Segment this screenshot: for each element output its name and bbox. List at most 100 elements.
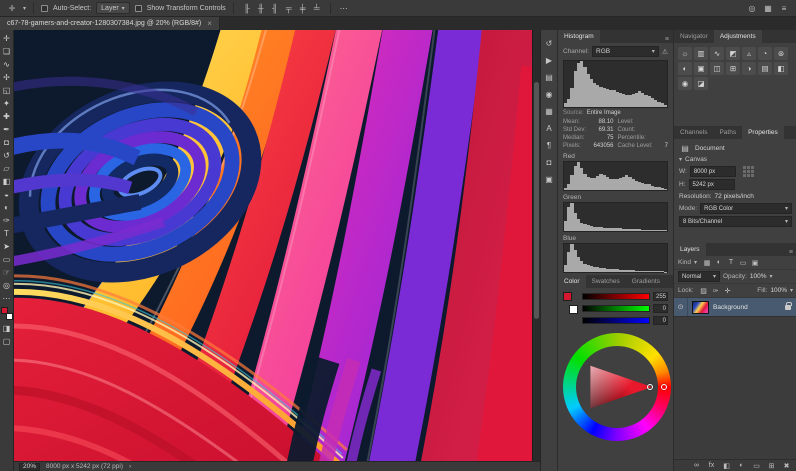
close-tab-icon[interactable]: ×	[207, 19, 212, 28]
width-field[interactable]: 8000 px	[690, 166, 736, 177]
align-bottom-icon[interactable]: ╧	[311, 2, 323, 14]
new-adjustment-layer-icon[interactable]: ◐	[736, 461, 747, 471]
libraries-panel-icon[interactable]: ▤	[543, 71, 555, 83]
levels-icon[interactable]: ▥	[694, 47, 708, 60]
lock-image-icon[interactable]: ✑	[711, 286, 721, 296]
dodge-tool-icon[interactable]: ◐	[0, 201, 13, 214]
filter-smart-objects-icon[interactable]: ▣	[750, 258, 760, 268]
lock-transparency-icon[interactable]: ▨	[699, 286, 709, 296]
canvas-artwork[interactable]	[14, 30, 532, 461]
search-icon[interactable]: ◎	[746, 2, 758, 14]
posterize-icon[interactable]: ▤	[758, 62, 772, 75]
color-lookup-icon[interactable]: ⊞	[726, 62, 740, 75]
history-brush-tool-icon[interactable]: ↺	[0, 149, 13, 162]
channel-dropdown[interactable]: RGB ▾	[592, 46, 659, 57]
brush-tool-icon[interactable]: ✒	[0, 123, 13, 136]
align-center-horizontal-icon[interactable]: ╫	[255, 2, 267, 14]
color-marker[interactable]	[647, 384, 653, 390]
filter-pixel-layers-icon[interactable]: ▦	[702, 258, 712, 268]
foreground-background-swatches[interactable]	[1, 307, 13, 320]
blue-slider[interactable]: 0	[582, 316, 668, 325]
screen-mode-icon[interactable]: ▢	[0, 335, 13, 348]
height-field[interactable]: 5242 px	[689, 179, 735, 190]
background-color-swatch[interactable]	[569, 305, 578, 314]
mode-dropdown[interactable]: RGB Color ▾	[700, 203, 792, 214]
green-slider[interactable]: 0	[582, 304, 668, 313]
channel-mixer-icon[interactable]: ◫	[710, 62, 724, 75]
new-group-icon[interactable]: ▭	[751, 461, 762, 471]
tab-adjustments[interactable]: Adjustments	[714, 30, 762, 43]
filter-type-layers-icon[interactable]: T	[726, 258, 736, 268]
paragraph-panel-icon[interactable]: ¶	[543, 139, 555, 151]
visibility-eye-icon[interactable]: ⊙	[674, 298, 688, 316]
tab-histogram[interactable]: Histogram	[558, 30, 600, 43]
source-value[interactable]: Entire Image	[587, 110, 621, 116]
show-transform-checkbox[interactable]	[135, 5, 142, 12]
foreground-color-swatch[interactable]	[563, 292, 572, 301]
pen-tool-icon[interactable]: ✑	[0, 214, 13, 227]
blur-tool-icon[interactable]: ◒	[0, 188, 13, 201]
layer-row-background[interactable]: ⊙ Background	[674, 298, 796, 317]
options-menu-icon[interactable]: ≡	[778, 2, 790, 14]
auto-select-target-dropdown[interactable]: Layer ▾	[96, 2, 130, 14]
crop-tool-icon[interactable]: ◱	[0, 84, 13, 97]
tab-paths[interactable]: Paths	[713, 126, 742, 139]
blue-histogram[interactable]	[563, 243, 668, 273]
timeline-panel-icon[interactable]: ▣	[543, 173, 555, 185]
active-tool-icon[interactable]: ✛	[6, 2, 18, 14]
shape-tool-icon[interactable]: ▭	[0, 253, 13, 266]
edit-toolbar-icon[interactable]: ⋯	[0, 292, 13, 305]
document-tab[interactable]: c67-78-gamers-and-creator-1280307384.jpg…	[0, 17, 220, 30]
eyedropper-tool-icon[interactable]: ✦	[0, 97, 13, 110]
gradient-tool-icon[interactable]: ◧	[0, 175, 13, 188]
clone-source-panel-icon[interactable]: ◘	[543, 156, 555, 168]
align-top-icon[interactable]: ╤	[283, 2, 295, 14]
hue-marker[interactable]	[661, 384, 667, 390]
rgb-histogram[interactable]	[563, 60, 668, 108]
red-slider[interactable]: 255	[582, 292, 668, 301]
blend-mode-dropdown[interactable]: Normal ▾	[678, 271, 720, 282]
path-selection-tool-icon[interactable]: ➤	[0, 240, 13, 253]
curves-icon[interactable]: ∿	[710, 47, 724, 60]
histogram-menu-icon[interactable]: ≡	[665, 36, 673, 43]
color-panel-swatches[interactable]	[563, 292, 578, 314]
kind-label[interactable]: Kind	[678, 259, 691, 266]
link-layers-icon[interactable]: ∞	[691, 461, 702, 471]
status-chevron-icon[interactable]: ›	[129, 463, 131, 470]
actions-panel-icon[interactable]: ▶	[543, 54, 555, 66]
green-histogram[interactable]	[563, 202, 668, 232]
layer-lock-icon[interactable]	[785, 305, 791, 310]
photo-filter-icon[interactable]: ▣	[694, 62, 708, 75]
lasso-tool-icon[interactable]: ∿	[0, 58, 13, 71]
layer-thumbnail[interactable]	[692, 301, 709, 314]
lock-position-icon[interactable]: ✛	[723, 286, 733, 296]
info-panel-icon[interactable]: ◉	[543, 88, 555, 100]
uncached-warning-icon[interactable]: ⚠	[662, 48, 668, 56]
invert-icon[interactable]: ◑	[742, 62, 756, 75]
tab-gradients[interactable]: Gradients	[626, 275, 666, 288]
more-options-icon[interactable]: ⋯	[338, 2, 350, 14]
selective-color-icon[interactable]: ◉	[678, 77, 692, 90]
filter-adjustment-layers-icon[interactable]: ◐	[714, 258, 724, 268]
tab-layers[interactable]: Layers	[674, 243, 706, 256]
exposure-icon[interactable]: ◩	[726, 47, 740, 60]
type-tool-icon[interactable]: T	[0, 227, 13, 240]
scrollbar-thumb[interactable]	[534, 82, 539, 319]
healing-brush-tool-icon[interactable]: ✚	[0, 110, 13, 123]
foreground-color-swatch[interactable]	[1, 307, 8, 314]
tab-color[interactable]: Color	[558, 275, 586, 288]
new-layer-icon[interactable]: ⊞	[766, 461, 777, 471]
vibrance-icon[interactable]: ▵	[742, 47, 756, 60]
vertical-scrollbar[interactable]	[532, 30, 540, 461]
quick-selection-tool-icon[interactable]: ✢	[0, 71, 13, 84]
zoom-level-field[interactable]: 20%	[19, 463, 40, 471]
anchor-grid[interactable]	[743, 166, 754, 177]
marquee-tool-icon[interactable]: ❏	[0, 45, 13, 58]
black-white-icon[interactable]: ◐	[678, 62, 692, 75]
bit-depth-dropdown[interactable]: 8 Bits/Channel ▾	[679, 216, 792, 227]
align-right-icon[interactable]: ╢	[269, 2, 281, 14]
move-tool-icon[interactable]: ✛	[0, 32, 13, 45]
tab-swatches[interactable]: Swatches	[586, 275, 626, 288]
background-color-swatch[interactable]	[6, 313, 13, 320]
history-panel-icon[interactable]: ↺	[543, 37, 555, 49]
